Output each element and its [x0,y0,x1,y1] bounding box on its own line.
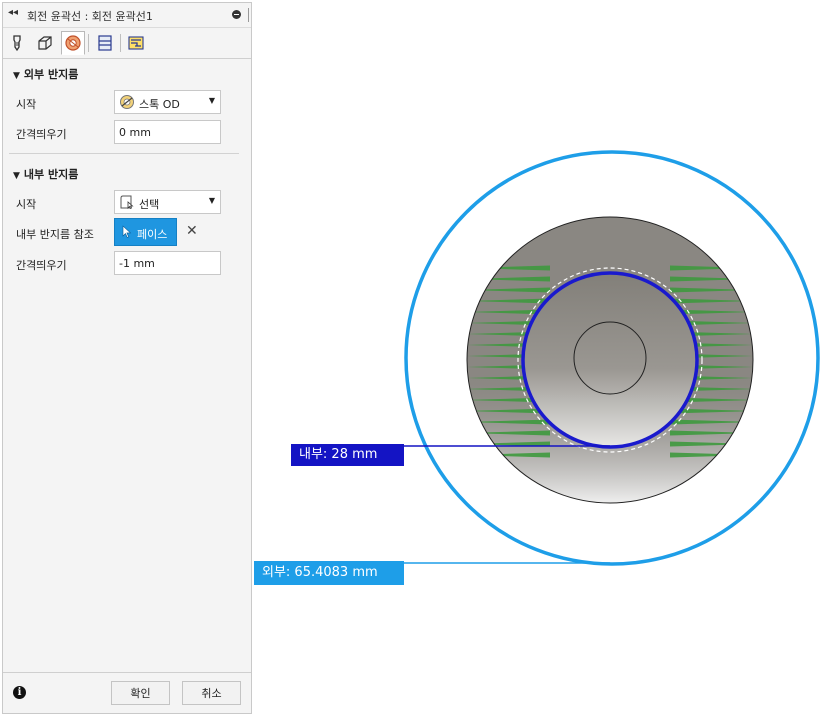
outer-radius-heading: 외부 반지름 [23,68,79,81]
stock-od-icon [120,95,134,109]
panel-titlebar: ◂◂ 회전 윤곽선 : 회전 윤곽선1 [3,3,251,28]
clear-selection-icon[interactable]: ✕ [186,224,198,238]
panel-tabs [3,28,251,59]
ok-button[interactable]: 확인 [111,681,170,705]
inner-start-label: 시작 [16,198,37,211]
outer-start-value: 스톡 OD [139,98,180,111]
expand-triangle-icon: ▼ [13,71,20,81]
geometry-icon [38,36,52,50]
model-viewport[interactable]: 내부: 28 mm 외부: 65.4083 mm [254,0,827,718]
outer-radius-dimension-label[interactable]: 외부: 65.4083 mm [254,561,404,585]
panel-footer: i 확인 취소 [3,672,251,713]
inner-radius-section-header[interactable]: ▼ 내부 반지름 [13,166,78,182]
panel-options-icon[interactable] [232,10,241,19]
panel-title: 회전 윤곽선 : 회전 윤곽선1 [27,10,153,23]
expand-triangle-icon: ▼ [13,171,20,181]
radii-icon [65,35,81,51]
outer-start-dropdown[interactable]: 스톡 OD ▼ [114,90,221,114]
outer-offset-input[interactable]: 0 mm [114,120,221,144]
outer-offset-value: 0 mm [119,126,151,139]
outer-radius-section-header[interactable]: ▼ 외부 반지름 [13,66,78,82]
cursor-arrow-icon [122,225,132,238]
tool-icon [13,35,21,52]
inner-radius-heading: 내부 반지름 [23,168,79,181]
info-icon[interactable]: i [13,686,26,699]
tab-linking[interactable] [124,31,148,55]
linking-icon [128,36,144,50]
inner-ref-label: 내부 반지름 참조 [16,228,94,241]
inner-radius-dimension-label[interactable]: 내부: 28 mm [291,444,404,466]
inner-start-dropdown[interactable]: 선택 ▼ [114,190,221,214]
cancel-button[interactable]: 취소 [182,681,241,705]
select-face-icon [120,195,134,210]
tab-geometry[interactable] [33,31,57,55]
chevron-down-icon: ▼ [208,96,215,105]
inner-ref-face-button[interactable]: 페이스 [114,218,177,246]
tab-passes[interactable] [93,31,117,55]
tab-radii[interactable] [61,31,85,55]
inner-start-value: 선택 [139,198,160,211]
inner-offset-input[interactable]: -1 mm [114,251,221,275]
chevron-down-icon: ▼ [208,196,215,205]
outer-offset-label: 간격띄우기 [16,128,67,141]
inner-ref-face-label: 페이스 [137,228,168,241]
collapse-panel-icon[interactable]: ◂◂ [8,7,18,18]
outer-start-label: 시작 [16,98,37,111]
section-divider [9,153,239,154]
panel-resize-handle[interactable] [248,8,249,22]
tab-tool[interactable] [6,31,30,55]
viewport-canvas[interactable] [254,0,827,718]
property-panel: ◂◂ 회전 윤곽선 : 회전 윤곽선1 ▼ 외부 반지름 시작 스톡 OD ▼ … [2,2,252,714]
passes-icon [98,35,112,51]
inner-offset-label: 간격띄우기 [16,259,67,272]
inner-offset-value: -1 mm [119,257,155,270]
